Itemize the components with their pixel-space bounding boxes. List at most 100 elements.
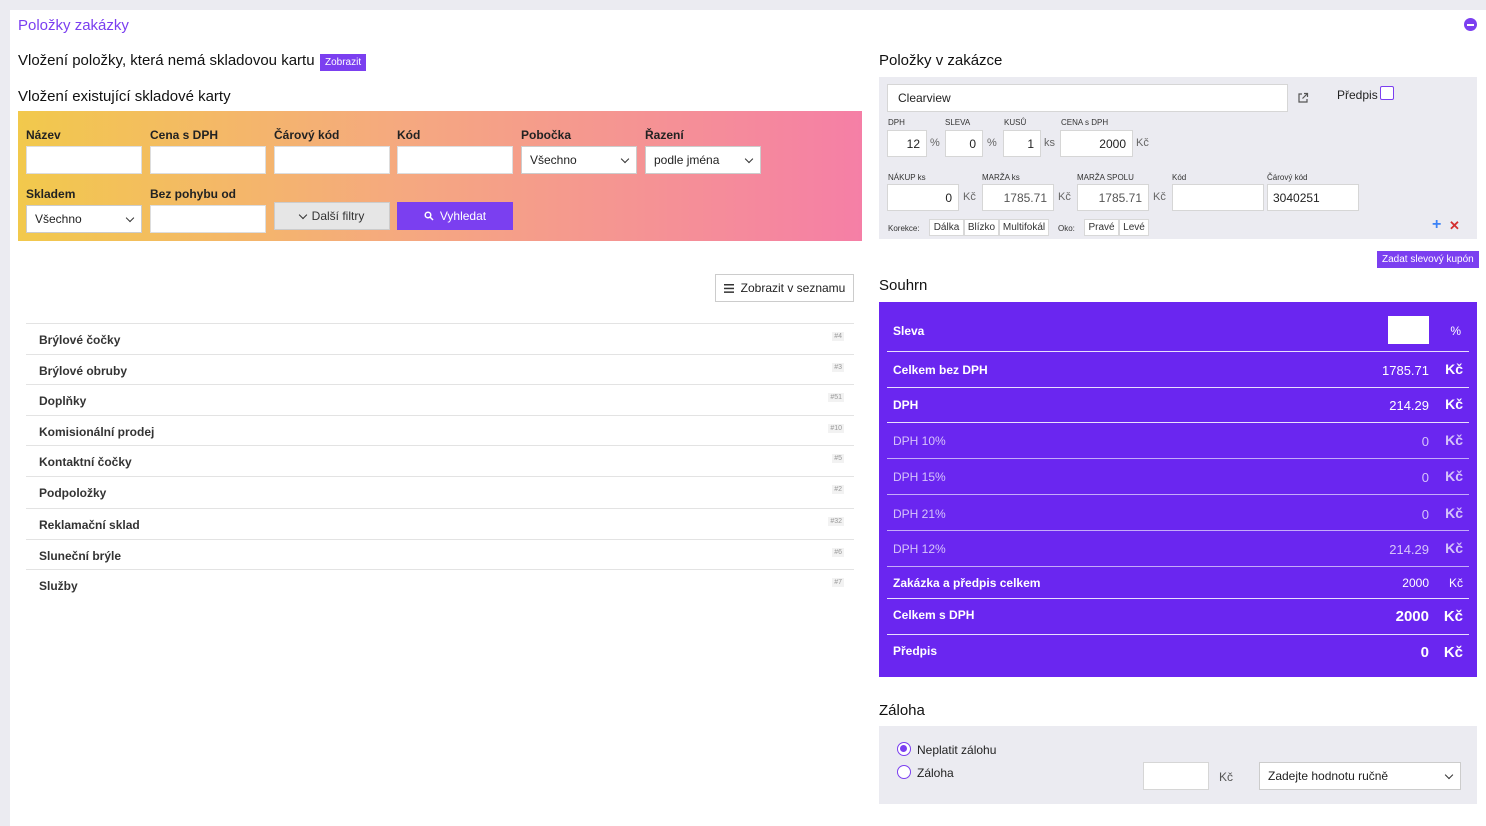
category-row[interactable]: Komisionální prodej #10 (26, 415, 854, 445)
kusu-label: KUSŮ (1004, 118, 1027, 127)
category-count: #10 (828, 424, 844, 433)
name-filter-input[interactable] (26, 146, 142, 174)
add-row-icon[interactable]: + (1432, 216, 1441, 234)
deposit-mode-value: Zadejte hodnotu ručně (1268, 769, 1389, 783)
summary-row: Předpis 0 Kč (887, 635, 1469, 671)
category-label: Podpoložky (39, 486, 107, 500)
cena-label: CENA s DPH (1061, 118, 1109, 127)
list-view-label: Zobrazit v seznamu (740, 281, 846, 295)
no-deposit-radio[interactable] (897, 742, 911, 756)
chevron-down-icon (744, 154, 754, 163)
dph-input[interactable]: 12 (887, 130, 927, 157)
category-count: #7 (832, 578, 844, 587)
summary-row-value: 2000 (1402, 576, 1429, 590)
summary-row-label: Celkem bez DPH (893, 363, 988, 377)
existing-card-heading: Vložení existující skladové karty (18, 88, 231, 105)
discount-input[interactable] (1388, 316, 1429, 344)
discount-unit: % (1450, 324, 1461, 338)
summary-row-unit: Kč (1445, 468, 1463, 484)
category-count: #3 (832, 363, 844, 372)
branch-select[interactable]: Všechno (521, 146, 637, 174)
stock-select[interactable]: Všechno (26, 205, 142, 233)
new-item-heading: Vložení položky, která nemá skladovou ka… (18, 52, 315, 69)
summary-discount-row: Sleva % (887, 302, 1469, 352)
show-new-item-button[interactable]: Zobrazit (320, 54, 367, 71)
category-row[interactable]: Služby #7 (26, 569, 854, 599)
remove-item-icon[interactable]: ✕ (1449, 218, 1460, 234)
barcode-filter-input[interactable] (274, 146, 390, 174)
category-row[interactable]: Podpoložky #2 (26, 476, 854, 506)
sort-select[interactable]: podle jména (645, 146, 761, 174)
order-items-panel: Položky zakázky Vložení položky, která n… (10, 10, 1486, 826)
dph-unit: % (930, 137, 940, 149)
deposit-heading: Záloha (879, 702, 925, 719)
marza-input[interactable]: 1785.71 (982, 184, 1054, 211)
code-filter-label: Kód (397, 128, 421, 142)
price-filter-input[interactable] (150, 146, 266, 174)
external-link-icon[interactable] (1297, 92, 1309, 104)
predpis-checkbox[interactable] (1380, 86, 1394, 100)
summary-row: Zakázka a předpis celkem 2000 Kč (887, 567, 1469, 599)
stock-filter-label: Skladem (26, 187, 76, 201)
cena-input[interactable]: 2000 (1060, 130, 1133, 157)
summary-row-label: Předpis (893, 644, 938, 658)
more-filters-button[interactable]: Další filtry (274, 202, 390, 230)
stock-select-value: Všechno (35, 212, 82, 226)
summary-row-unit: Kč (1443, 608, 1463, 625)
korekce-blizko-button[interactable]: Blízko (964, 219, 999, 236)
search-icon (424, 211, 434, 221)
item-name-field[interactable]: Clearview (887, 84, 1288, 112)
deposit-radio[interactable] (897, 765, 911, 779)
deposit-panel: Neplatit zálohu Záloha Kč Zadejte hodnot… (879, 726, 1477, 804)
chevron-down-icon (620, 154, 630, 163)
oko-prave-button[interactable]: Pravé (1084, 219, 1119, 236)
nomove-filter-input[interactable] (150, 205, 266, 233)
collapse-icon[interactable] (1464, 18, 1477, 31)
deposit-amount-input[interactable] (1143, 762, 1209, 790)
category-count: #5 (832, 454, 844, 463)
nakup-input[interactable]: 0 (887, 184, 959, 211)
oko-leve-button[interactable]: Levé (1119, 219, 1149, 236)
marza-spolu-input[interactable]: 1785.71 (1077, 184, 1149, 211)
barcode-filter-label: Čárový kód (274, 128, 340, 142)
search-button[interactable]: Vyhledat (397, 202, 513, 230)
category-row[interactable]: Doplňky #51 (26, 384, 854, 414)
summary-row: DPH 10% 0 Kč (887, 423, 1469, 459)
price-filter-label: Cena s DPH (150, 128, 219, 142)
category-row[interactable]: Kontaktní čočky #5 (26, 445, 854, 475)
barcode-input[interactable]: 3040251 (1267, 184, 1359, 211)
summary-row-unit: Kč (1445, 540, 1463, 556)
list-icon (723, 283, 734, 293)
deposit-mode-select[interactable]: Zadejte hodnotu ručně (1259, 762, 1461, 790)
category-row[interactable]: Reklamační sklad #32 (26, 508, 854, 538)
korekce-dalka-button[interactable]: Dálka (929, 219, 964, 236)
category-row[interactable]: Brýlové čočky #4 (26, 323, 854, 353)
summary-row-value: 0 (1420, 644, 1429, 661)
korekce-label: Korekce: (888, 224, 920, 233)
list-view-button[interactable]: Zobrazit v seznamu (715, 274, 854, 302)
summary-row-label: Zakázka a předpis celkem (893, 576, 1041, 590)
category-label: Sluneční brýle (39, 549, 122, 563)
discount-label: Sleva (893, 324, 925, 338)
category-row[interactable]: Sluneční brýle #6 (26, 539, 854, 569)
summary-row-unit: Kč (1445, 432, 1463, 448)
code-filter-input[interactable] (397, 146, 513, 174)
deposit-label: Záloha (917, 766, 954, 780)
branch-filter-label: Pobočka (521, 128, 572, 142)
sleva-input[interactable]: 0 (945, 130, 983, 157)
summary-row-unit: Kč (1445, 361, 1463, 377)
summary-row: Celkem bez DPH 1785.71 Kč (887, 352, 1469, 388)
kusu-input[interactable]: 1 (1003, 130, 1041, 157)
summary-row: DPH 21% 0 Kč (887, 495, 1469, 531)
order-item-card: Clearview Předpis DPH SLEVA KUSŮ CENA s … (879, 77, 1477, 239)
kod-input[interactable] (1172, 184, 1264, 211)
predpis-label: Předpis (1337, 88, 1378, 102)
summary-row-label: DPH 15% (893, 470, 946, 484)
sort-filter-label: Řazení (645, 128, 684, 142)
category-row[interactable]: Brýlové obruby #3 (26, 354, 854, 384)
korekce-multifokal-button[interactable]: Multifokál (999, 219, 1049, 236)
coupon-button[interactable]: Zadat slevový kupón (1377, 251, 1479, 268)
chevron-down-icon (298, 210, 307, 219)
dph-label: DPH (888, 118, 905, 127)
filter-panel: Název Cena s DPH Čárový kód Kód Pobočka … (18, 111, 862, 241)
